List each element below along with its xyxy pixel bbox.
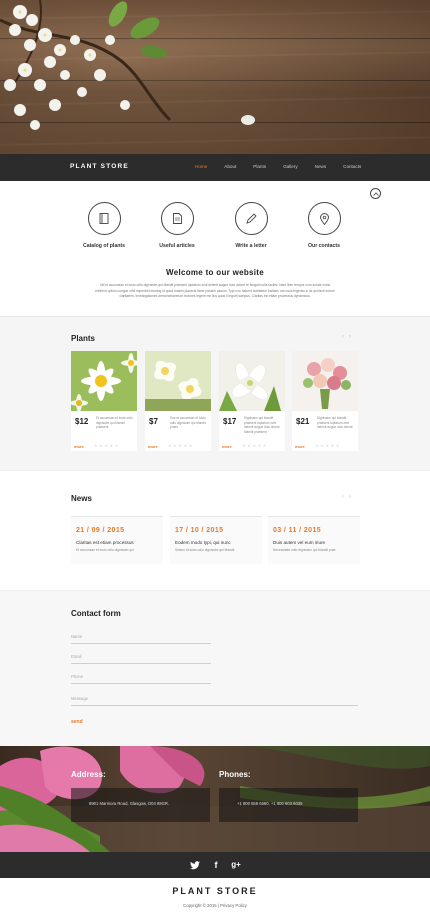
feature-catalog[interactable]: Catalog of plants — [69, 202, 139, 249]
contact-heading: Contact form — [71, 609, 121, 618]
main-navigation: PLANT STORE Home About Plants Gallery Ne… — [0, 154, 430, 181]
nav-item-news[interactable]: News — [315, 164, 327, 169]
contact-info-banner: Address: Phones: 8901 Marmora Road, Glas… — [0, 746, 430, 852]
nav-item-home[interactable]: Home — [195, 164, 207, 169]
arrow-right-icon[interactable]: › — [349, 494, 356, 500]
tulips-image — [0, 746, 430, 852]
post-title[interactable]: Eodem modo typi, qui nunc — [175, 540, 231, 545]
nav-item-contacts[interactable]: Contacts — [343, 164, 361, 169]
address-text: 8901 Marmora Road, Glasgow, D04 89GR. — [89, 801, 170, 806]
feature-label: Write a letter — [235, 243, 267, 249]
rating-stars-icon[interactable]: ★★★★★ — [168, 443, 194, 448]
plant-price: $21 — [296, 417, 310, 426]
arrow-right-icon[interactable]: › — [349, 334, 356, 340]
site-logo[interactable]: PLANT STORE — [70, 163, 129, 170]
plant-more-link[interactable]: more — [148, 444, 158, 449]
post-date: 17 / 10 / 2015 — [175, 527, 224, 534]
map-pin-icon — [319, 212, 329, 225]
post-excerpt: Et accumsan et iusto odio dignissim qui — [76, 548, 134, 552]
post-date: 21 / 09 / 2015 — [76, 527, 125, 534]
name-field[interactable]: Name — [71, 632, 211, 644]
news-heading: News — [71, 494, 92, 503]
news-section: News ‹› 21 / 09 / 2015 Claritas est etia… — [0, 470, 430, 590]
welcome-heading: Welcome to our website — [165, 268, 265, 277]
arrow-left-icon[interactable]: ‹ — [342, 494, 349, 500]
plant-more-link[interactable]: more — [295, 444, 305, 449]
scroll-up-button[interactable] — [370, 188, 381, 199]
plants-carousel-arrows[interactable]: ‹› — [342, 334, 356, 340]
post-title[interactable]: Claritas est etiam processus — [76, 540, 134, 545]
feature-label: Our contacts — [308, 243, 340, 249]
plant-description: Dignissim qui blandit praesent luptatum … — [244, 416, 280, 434]
lily-image — [219, 351, 285, 411]
feature-contacts[interactable]: Our contacts — [289, 202, 359, 249]
facebook-icon[interactable]: f — [209, 858, 223, 872]
nav-item-gallery[interactable]: Gallery — [283, 164, 298, 169]
feature-articles[interactable]: Useful articles — [142, 202, 212, 249]
email-field[interactable]: Email — [71, 652, 211, 664]
plant-more-link[interactable]: more — [74, 444, 84, 449]
social-bar: f g+ — [0, 852, 430, 878]
plants-heading: Plants — [71, 334, 96, 343]
plant-description: Dignissim qui blandit praesent luptatum … — [317, 416, 353, 430]
feature-label: Useful articles — [159, 243, 195, 249]
news-post[interactable]: 03 / 11 / 2015 Duis autem vel eum iriure… — [268, 516, 360, 564]
frangipani-image — [145, 351, 211, 411]
news-post[interactable]: 17 / 10 / 2015 Eodem modo typi, qui nunc… — [170, 516, 262, 564]
plant-more-link[interactable]: more — [222, 444, 232, 449]
message-field[interactable]: Message — [71, 694, 358, 706]
post-excerpt: Necessitate odio dignissim qui blandit p… — [273, 548, 336, 552]
send-button[interactable]: send — [71, 719, 83, 725]
welcome-text: Vel et accumsan et iusto odio dignissim … — [95, 283, 335, 299]
nav-item-about[interactable]: About — [224, 164, 236, 169]
rating-stars-icon[interactable]: ★★★★★ — [242, 443, 268, 448]
feature-label: Catalog of plants — [82, 243, 126, 249]
footer-copyright: Copyright © 2015 | Privacy Policy — [183, 903, 247, 908]
feature-letter[interactable]: Write a letter — [216, 202, 286, 249]
plant-description: Eos et accumsan et iusto odio dignissim … — [170, 416, 206, 430]
phones-box: +1 800 559 6580, +1 800 603 6035 — [219, 788, 358, 822]
plant-card[interactable]: $21 Dignissim qui blandit praesent lupta… — [292, 351, 358, 451]
plant-card[interactable]: $7 Eos et accumsan et iusto odio digniss… — [145, 351, 211, 451]
pencil-icon — [245, 213, 257, 224]
arrow-left-icon[interactable]: ‹ — [342, 334, 349, 340]
document-icon — [172, 213, 182, 224]
plant-description: Et accumsan et iusto odio dignissim qui … — [96, 416, 133, 430]
plant-price: $17 — [223, 417, 237, 426]
google-plus-icon[interactable]: g+ — [229, 858, 243, 872]
nav-item-plants[interactable]: Plants — [253, 164, 266, 169]
hero-banner — [0, 0, 430, 154]
news-post[interactable]: 21 / 09 / 2015 Claritas est etiam proces… — [71, 516, 163, 564]
post-excerpt: Seisen et iusto odio dignissim qui bland… — [175, 548, 235, 552]
plant-price: $12 — [75, 417, 89, 426]
nav-menu: Home About Plants Gallery News Contacts — [195, 164, 378, 169]
bouquet-image — [292, 351, 358, 411]
post-date: 03 / 11 / 2015 — [273, 527, 322, 534]
plant-price: $7 — [149, 417, 158, 426]
footer-logo[interactable]: PLANT STORE — [0, 886, 430, 896]
chevron-up-icon — [372, 191, 379, 196]
address-label: Address: — [71, 770, 106, 779]
address-box: 8901 Marmora Road, Glasgow, D04 89GR. — [71, 788, 210, 822]
phones-label: Phones: — [219, 770, 251, 779]
rating-stars-icon[interactable]: ★★★★★ — [315, 443, 341, 448]
twitter-icon[interactable] — [188, 858, 202, 872]
cherry-blossom-image — [0, 0, 172, 130]
book-icon — [99, 213, 109, 224]
news-carousel-arrows[interactable]: ‹› — [342, 494, 356, 500]
phone-field[interactable]: Phone — [71, 672, 211, 684]
rating-stars-icon[interactable]: ★★★★★ — [94, 443, 120, 448]
phones-text: +1 800 559 6580, +1 800 603 6035 — [237, 801, 303, 806]
plants-section: Plants ‹› $12 Et accumsan et iusto odio … — [0, 316, 430, 470]
post-title[interactable]: Duis autem vel eum iriure — [273, 540, 325, 545]
daisy-image — [71, 351, 137, 411]
plant-card[interactable]: $12 Et accumsan et iusto odio dignissim … — [71, 351, 137, 451]
contact-section: Contact form Name Email Phone Message se… — [0, 590, 430, 746]
plant-card[interactable]: $17 Dignissim qui blandit praesent lupta… — [219, 351, 285, 451]
